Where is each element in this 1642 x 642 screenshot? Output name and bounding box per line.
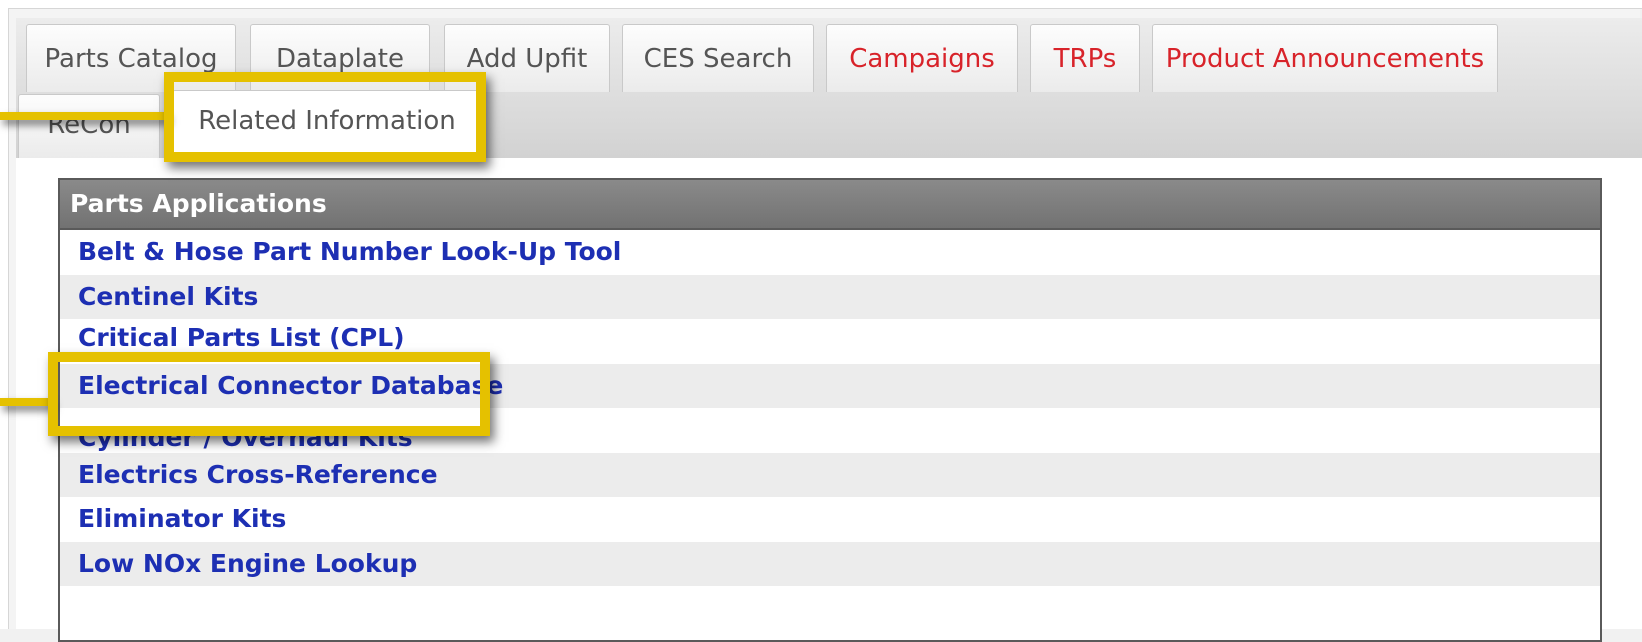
list-item-critical-parts-list[interactable]: Critical Parts List (CPL) (60, 319, 1600, 364)
frame-top-border (0, 0, 1642, 9)
tab-recon[interactable]: ReCon (18, 94, 160, 158)
tab-product-announcements[interactable]: Product Announcements (1152, 24, 1498, 92)
window-frame: Parts Catalog Dataplate Add Upfit CES Se… (0, 0, 1642, 642)
list-item-belt-hose[interactable]: Belt & Hose Part Number Look-Up Tool (60, 230, 1600, 275)
tab-add-upfit[interactable]: Add Upfit (444, 24, 610, 92)
callout-leader-line (0, 398, 52, 406)
tab-content-panel: Parts Applications Belt & Hose Part Numb… (16, 158, 1642, 642)
tab-strip: Parts Catalog Dataplate Add Upfit CES Se… (16, 18, 1642, 162)
list-item-electrical-connector-database[interactable]: Electrical Connector Database (60, 363, 1600, 408)
tab-dataplate[interactable]: Dataplate (250, 24, 430, 92)
tab-campaigns[interactable]: Campaigns (826, 24, 1018, 92)
tab-related-information[interactable]: Related Information (172, 90, 482, 162)
callout-leader-line (0, 112, 168, 120)
list-item-cylinder-overhaul-kits[interactable]: Cylinder / Overhaul Kits (60, 408, 1600, 453)
tab-ces-search[interactable]: CES Search (622, 24, 814, 92)
list-item-centinel-kits[interactable]: Centinel Kits (60, 274, 1600, 319)
parts-applications-list: Belt & Hose Part Number Look-Up Tool Cen… (60, 230, 1600, 586)
section-header: Parts Applications (60, 180, 1600, 230)
frame-left-border (0, 8, 9, 629)
list-item-low-nox-engine-lookup[interactable]: Low NOx Engine Lookup (60, 541, 1600, 586)
tab-parts-catalog[interactable]: Parts Catalog (26, 24, 236, 92)
tab-trps[interactable]: TRPs (1030, 24, 1140, 92)
list-item-electrics-cross-reference[interactable]: Electrics Cross-Reference (60, 452, 1600, 497)
parts-applications-box: Parts Applications Belt & Hose Part Numb… (58, 178, 1602, 642)
list-item-eliminator-kits[interactable]: Eliminator Kits (60, 497, 1600, 542)
